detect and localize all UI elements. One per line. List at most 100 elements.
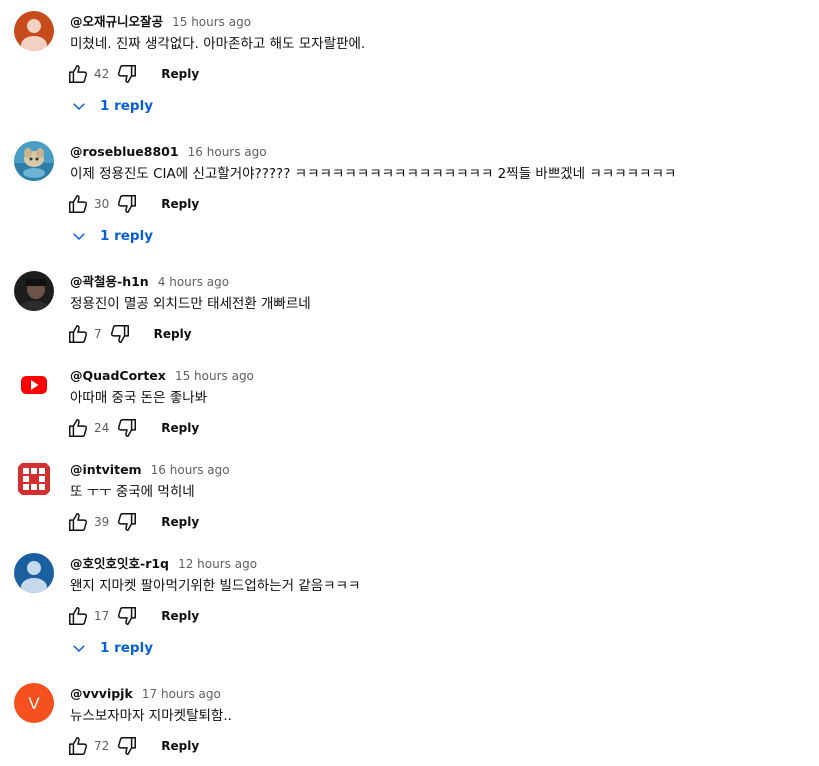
comment-text: 정용진이 멸공 외치드만 태세전환 개빠르네 (70, 296, 311, 312)
comment-text: 이제 정용진도 CIA에 신고할거야????? ㅋㅋㅋㅋㅋㅋㅋㅋㅋㅋㅋㅋㅋㅋㅋㅋ… (70, 166, 677, 182)
thumbs-up-icon (69, 325, 88, 343)
comment-body: @곽철용-h1n 4 hours ago 정용진이 멸공 외치드만 태세전환 개… (70, 272, 799, 314)
comment-actions: 24 Reply (66, 415, 199, 441)
comment-actions: 72 Reply (66, 733, 199, 759)
like-button[interactable] (66, 734, 90, 758)
comment-actions: 17 Reply (66, 603, 199, 629)
comment-text: 또 ㅜㅜ 중국에 먹히네 (70, 484, 195, 500)
like-count: 72 (94, 739, 110, 753)
like-button[interactable] (66, 510, 90, 534)
comment-author[interactable]: @intvitem (70, 462, 142, 477)
thumbs-down-icon (118, 737, 137, 755)
default-avatar-icon (14, 553, 54, 593)
comment-time[interactable]: 15 hours ago (172, 15, 251, 29)
view-replies-button[interactable]: 1 reply (70, 636, 153, 660)
thumbs-up-icon (69, 195, 88, 213)
avatar[interactable] (14, 365, 54, 405)
thumbs-down-icon (118, 65, 137, 83)
dislike-button[interactable] (115, 510, 139, 534)
comment-author[interactable]: @QuadCortex (70, 368, 166, 383)
thumbs-down-icon (118, 195, 137, 213)
avatar[interactable] (14, 141, 54, 181)
reply-button[interactable]: Reply (161, 609, 199, 623)
like-count: 17 (94, 609, 110, 623)
comment-time[interactable]: 12 hours ago (178, 557, 257, 571)
comment-actions: 42 Reply (66, 61, 199, 87)
like-button[interactable] (66, 416, 90, 440)
photo-avatar (14, 141, 54, 181)
view-replies-button[interactable]: 1 reply (70, 94, 153, 118)
comment-actions: 39 Reply (66, 509, 199, 535)
thumbs-down-icon (118, 513, 137, 531)
avatar[interactable] (14, 553, 54, 593)
reply-button[interactable]: Reply (161, 421, 199, 435)
comment-time[interactable]: 16 hours ago (151, 463, 230, 477)
comment-body: @QuadCortex 15 hours ago 아따매 중국 돈은 좋나봐 (70, 366, 799, 408)
comment-actions: 7 Reply (66, 321, 192, 347)
comment-actions: 30 Reply (66, 191, 199, 217)
replies-count-label: 1 reply (100, 228, 153, 244)
chevron-down-icon (73, 645, 85, 653)
thumbs-up-icon (69, 65, 88, 83)
comment-time[interactable]: 16 hours ago (188, 145, 267, 159)
avatar[interactable] (14, 11, 54, 51)
like-count: 39 (94, 515, 110, 529)
like-count: 30 (94, 197, 110, 211)
reply-button[interactable]: Reply (161, 515, 199, 529)
dislike-button[interactable] (108, 322, 132, 346)
chevron-down-icon (73, 233, 85, 241)
like-button[interactable] (66, 322, 90, 346)
reply-button[interactable]: Reply (154, 327, 192, 341)
comment-text: 아따매 중국 돈은 좋나봐 (70, 390, 208, 406)
thumbs-down-icon (118, 607, 137, 625)
comment-author[interactable]: @오재규니오잘공 (70, 14, 163, 29)
comment-text: 미쳤네. 진짜 생각없다. 아마존하고 해도 모자랄판에. (70, 36, 366, 52)
youtube-logo-icon (14, 365, 54, 405)
view-replies-button[interactable]: 1 reply (70, 224, 153, 248)
thumbs-up-icon (69, 513, 88, 531)
photo-avatar (14, 271, 54, 311)
like-button[interactable] (66, 192, 90, 216)
like-button[interactable] (66, 62, 90, 86)
dislike-button[interactable] (115, 416, 139, 440)
thumbs-down-icon (110, 325, 129, 343)
reply-button[interactable]: Reply (161, 197, 199, 211)
comment-body: @vvvipjk 17 hours ago 뉴스보자마자 지마켓탈퇴함.. (70, 684, 799, 726)
comment-body: @오재규니오잘공 15 hours ago 미쳤네. 진짜 생각없다. 아마존하… (70, 12, 799, 54)
comment-time[interactable]: 4 hours ago (158, 275, 229, 289)
comments-list: @오재규니오잘공 15 hours ago 미쳤네. 진짜 생각없다. 아마존하… (0, 0, 819, 766)
dislike-button[interactable] (115, 192, 139, 216)
avatar[interactable] (14, 459, 54, 499)
thumbs-up-icon (69, 607, 88, 625)
comment-author[interactable]: @vvvipjk (70, 686, 133, 701)
reply-button[interactable]: Reply (161, 739, 199, 753)
comment-text: 왠지 지마켓 팔아먹기위한 빌드업하는거 같음ㅋㅋㅋ (70, 578, 361, 594)
comment-author[interactable]: @곽철용-h1n (70, 274, 149, 289)
dislike-button[interactable] (115, 734, 139, 758)
avatar[interactable]: V (14, 683, 54, 723)
chevron-down-icon (73, 103, 85, 111)
comment-author[interactable]: @호잇호잇호-r1q (70, 556, 169, 571)
thumbs-down-icon (118, 419, 137, 437)
thumbs-up-icon (69, 419, 88, 437)
thumbs-up-icon (69, 737, 88, 755)
comment-text: 뉴스보자마자 지마켓탈퇴함.. (70, 708, 232, 724)
avatar-letter: V (28, 694, 40, 713)
like-count: 42 (94, 67, 110, 81)
comment-author[interactable]: @roseblue8801 (70, 144, 179, 159)
comment-time[interactable]: 15 hours ago (175, 369, 254, 383)
comment-body: @호잇호잇호-r1q 12 hours ago 왠지 지마켓 팔아먹기위한 빌드… (70, 554, 799, 596)
comment-body: @intvitem 16 hours ago 또 ㅜㅜ 중국에 먹히네 (70, 460, 799, 502)
like-count: 7 (94, 327, 102, 341)
letter-avatar: V (14, 683, 54, 723)
like-button[interactable] (66, 604, 90, 628)
reply-button[interactable]: Reply (161, 67, 199, 81)
avatar[interactable] (14, 271, 54, 311)
default-avatar-icon (14, 11, 54, 51)
dislike-button[interactable] (115, 604, 139, 628)
replies-count-label: 1 reply (100, 640, 153, 656)
comment-body: @roseblue8801 16 hours ago 이제 정용진도 CIA에 … (70, 142, 799, 184)
dislike-button[interactable] (115, 62, 139, 86)
replies-count-label: 1 reply (100, 98, 153, 114)
comment-time[interactable]: 17 hours ago (142, 687, 221, 701)
